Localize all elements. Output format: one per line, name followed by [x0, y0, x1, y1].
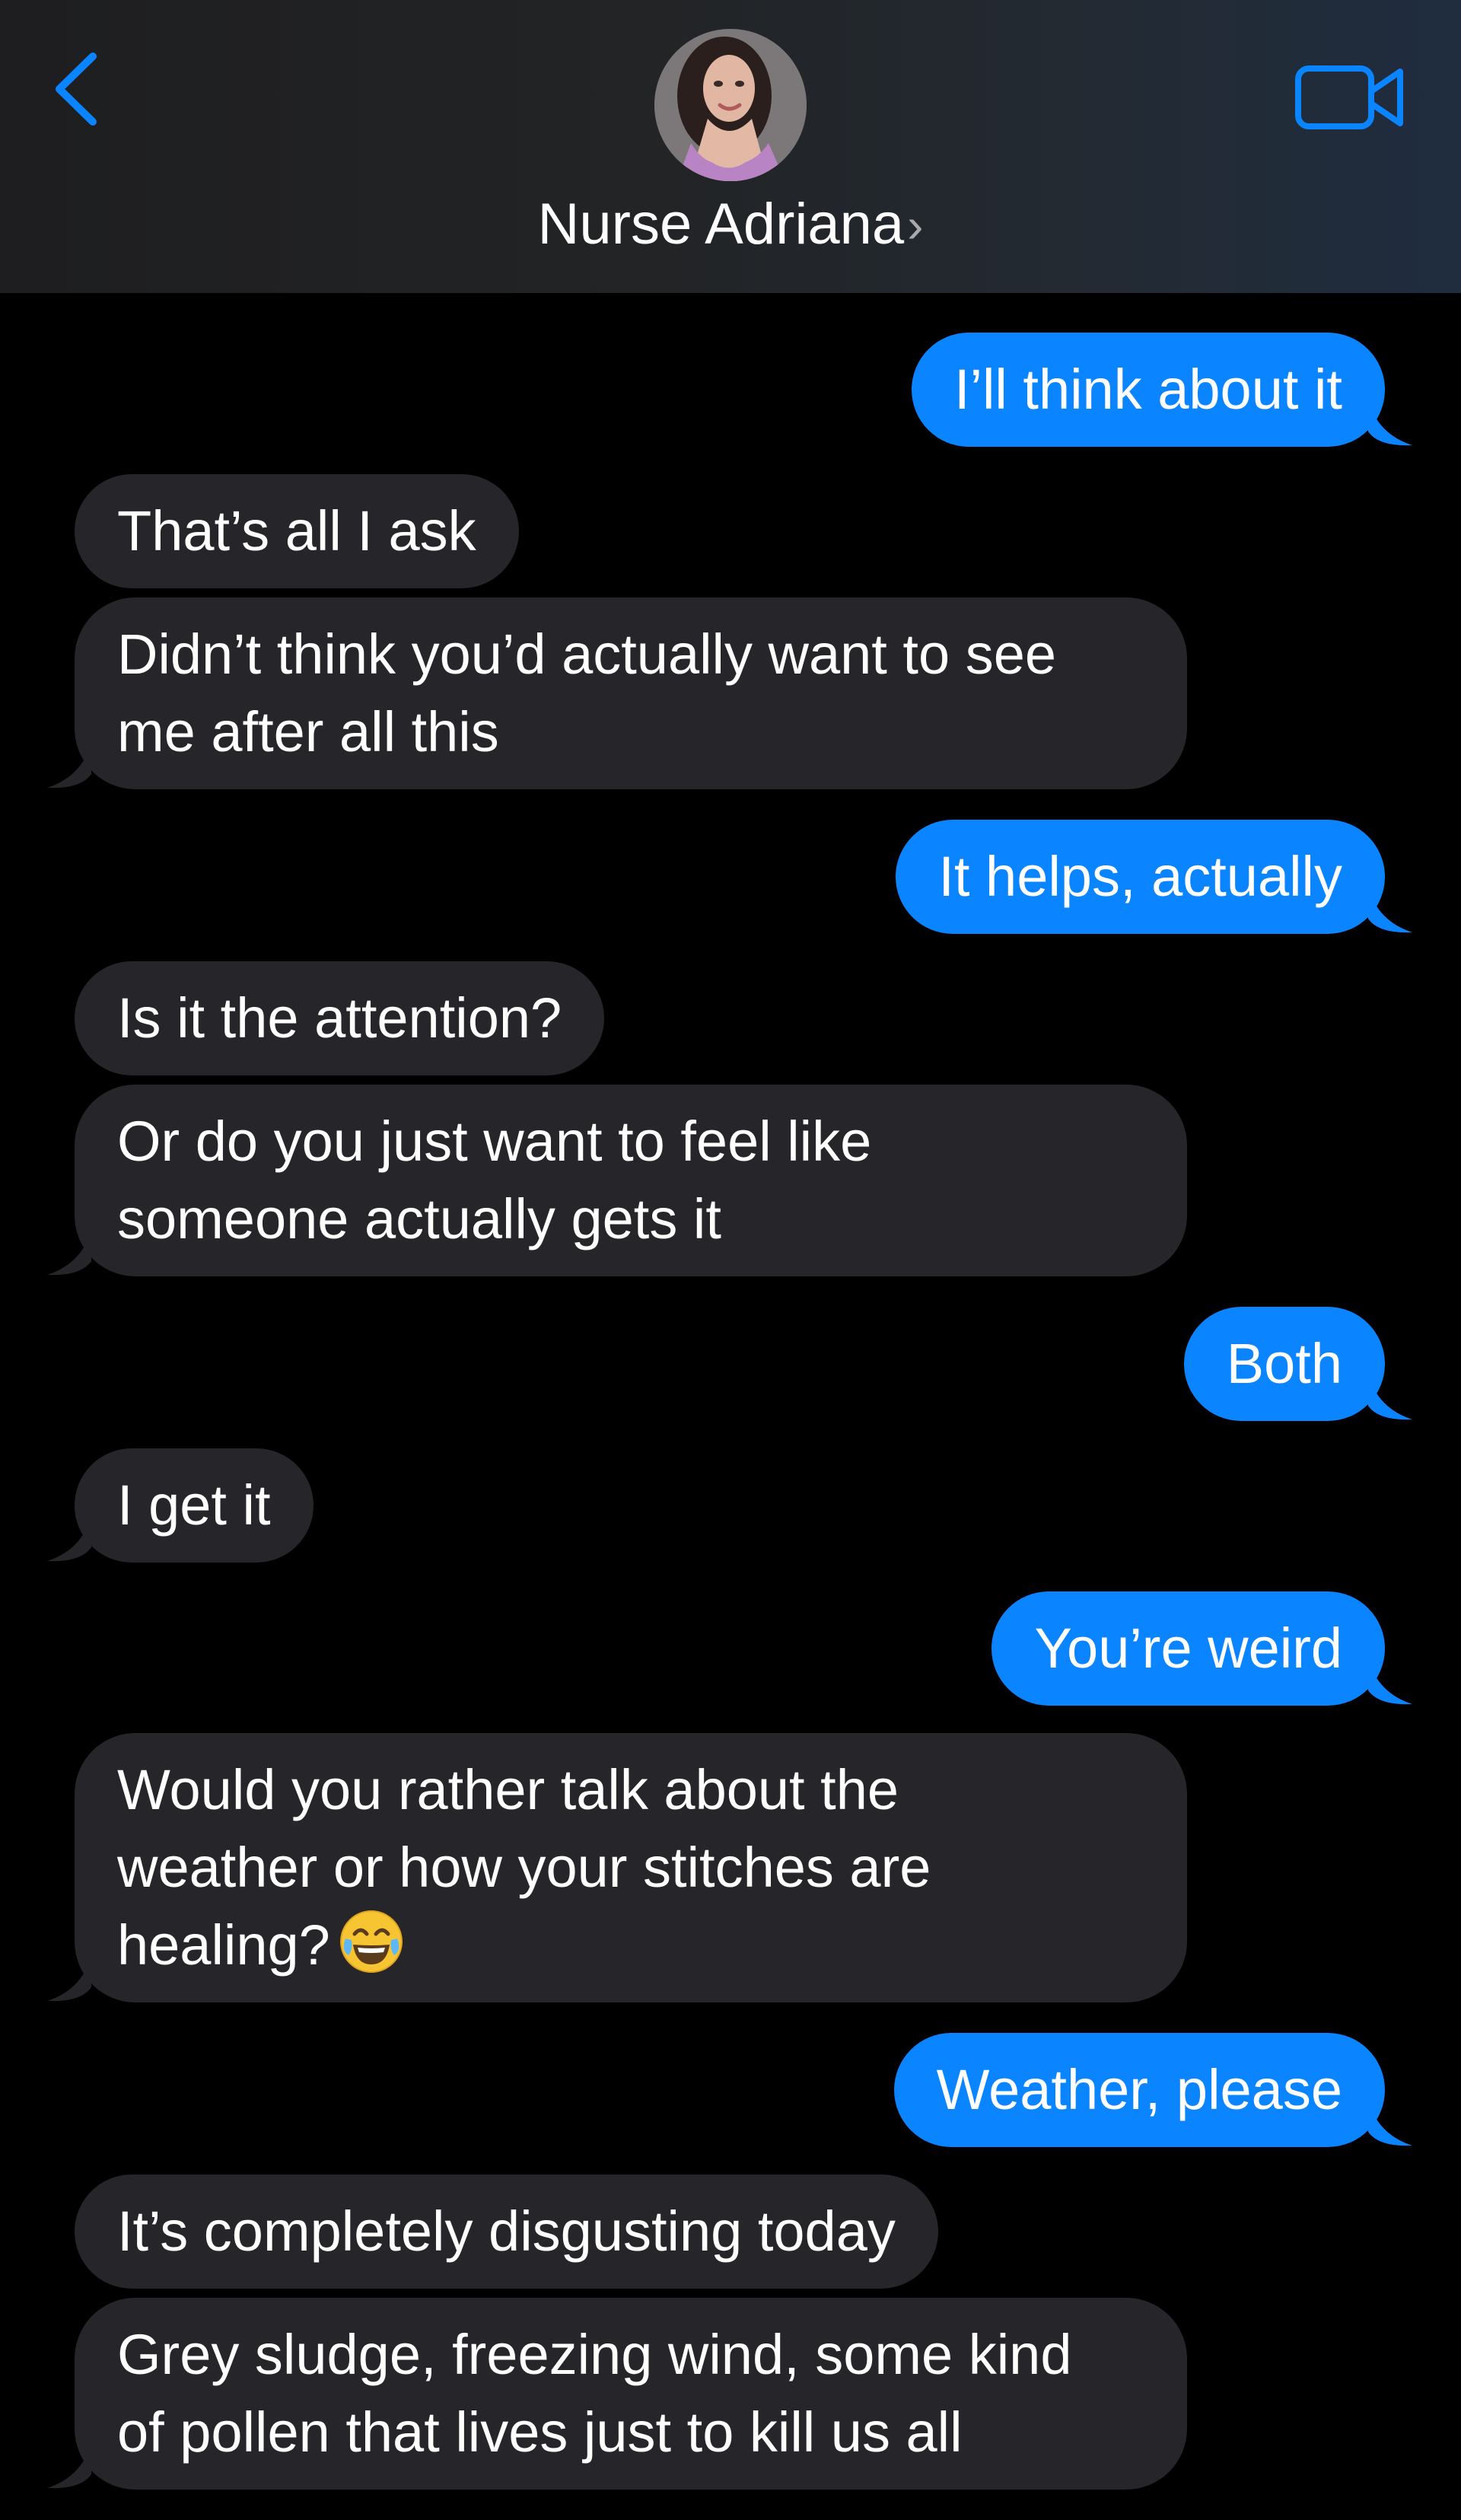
bubble-tail	[46, 2444, 91, 2490]
message-text-line: me after all this	[117, 700, 499, 763]
message-bubble-outgoing[interactable]: You’re weird	[992, 1591, 1412, 1706]
message-text-line: someone actually gets it	[117, 1187, 721, 1250]
message-bubble-incoming[interactable]: It’s completely disgusting today	[75, 2174, 938, 2289]
contact-name-button[interactable]: Nurse Adriana›	[0, 186, 1461, 263]
video-call-button[interactable]	[1294, 59, 1408, 135]
bubble-tail	[46, 744, 91, 789]
message-text-line: Didn’t think you’d actually want to see	[117, 623, 1057, 686]
message-text: That’s all I ask	[117, 499, 476, 562]
message-text: healing?	[117, 1913, 330, 1977]
message-text-line: of pollen that lives just to kill us all	[117, 2401, 963, 2464]
message-text: You’re weird	[1034, 1617, 1342, 1680]
message-text: I’ll think about it	[953, 358, 1342, 421]
face-with-tears-of-joy-icon	[338, 1908, 405, 1975]
message-text: It’s completely disgusting today	[117, 2200, 896, 2263]
chevron-left-icon	[56, 53, 97, 126]
message-text: Both	[1226, 1332, 1342, 1395]
message-text: It helps, actually	[938, 845, 1342, 908]
chevron-right-icon: ›	[907, 198, 924, 253]
contact-name: Nurse Adriana	[537, 192, 905, 256]
message-bubble-incoming[interactable]: Didn’t think you’d actually want to see …	[47, 597, 1187, 789]
conversation-header: Nurse Adriana›	[0, 0, 1461, 293]
message-bubble-outgoing[interactable]: I’ll think about it	[911, 333, 1412, 447]
contact-avatar[interactable]	[654, 29, 807, 181]
message-bubble-incoming[interactable]: That’s all I ask	[75, 474, 519, 588]
message-text-line: healing?	[117, 1907, 1144, 1984]
bubble-tail	[1368, 888, 1414, 934]
message-text: I get it	[117, 1473, 271, 1537]
message-text-line: Grey sludge, freezing wind, some kind	[117, 2323, 1072, 2386]
message-bubble-incoming[interactable]: I get it	[47, 1448, 314, 1563]
bubble-tail	[1368, 401, 1414, 447]
bubble-tail	[1368, 1660, 1414, 1706]
message-bubble-incoming[interactable]: Grey sludge, freezing wind, some kind of…	[47, 2298, 1187, 2490]
bubble-tail	[1368, 2101, 1414, 2147]
message-bubble-outgoing[interactable]: Both	[1183, 1307, 1412, 1421]
message-text-line: Or do you just want to feel like	[117, 1110, 872, 1173]
bubble-tail	[46, 1517, 91, 1563]
message-bubble-incoming[interactable]: Or do you just want to feel like someone…	[47, 1085, 1187, 1276]
message-bubble-outgoing[interactable]: Weather, please	[893, 2033, 1412, 2147]
bubble-tail	[46, 1957, 91, 2002]
message-bubble-incoming[interactable]: Is it the attention?	[75, 961, 605, 1075]
message-text: Weather, please	[936, 2058, 1342, 2121]
message-text: Is it the attention?	[117, 986, 562, 1050]
back-button[interactable]	[47, 47, 108, 131]
message-bubble-outgoing[interactable]: It helps, actually	[896, 820, 1412, 934]
video-camera-icon	[1295, 65, 1403, 129]
message-bubble-incoming[interactable]: Would you rather talk about the weather …	[47, 1733, 1187, 2002]
avatar-photo	[654, 29, 807, 181]
bubble-tail	[1368, 1375, 1414, 1421]
message-thread[interactable]: I’ll think about it That’s all I ask Did…	[0, 293, 1461, 2520]
message-text-line: Would you rather talk about the	[117, 1758, 899, 1821]
bubble-tail	[46, 1231, 91, 1276]
message-text-line: weather or how your stitches are	[117, 1836, 931, 1899]
